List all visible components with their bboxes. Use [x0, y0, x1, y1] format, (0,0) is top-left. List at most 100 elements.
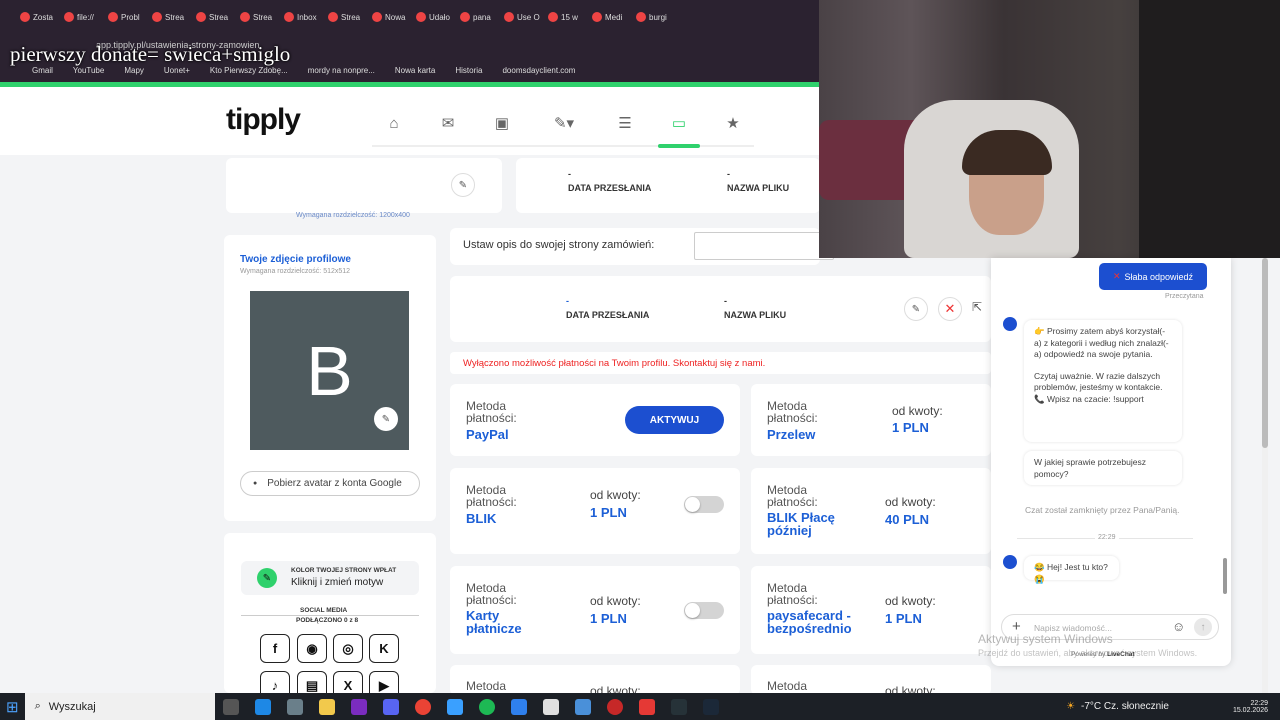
min-amount-label: od kwoty:: [892, 404, 943, 418]
description-label: Ustaw opis do swojej strony zamówień:: [463, 239, 655, 251]
method-name: Przelew: [767, 427, 816, 442]
app-icon-5[interactable]: [542, 698, 559, 715]
chat-scrollbar[interactable]: [1223, 558, 1227, 594]
bad-answer-button[interactable]: ✕ Słaba odpowiedź: [1099, 263, 1207, 290]
payment-card-paysafecard: Metoda płatności: paysafecard - bezpośre…: [751, 566, 991, 654]
open-external-icon[interactable]: ⇱: [972, 300, 982, 314]
browser-tab[interactable]: Medi: [592, 5, 636, 29]
inbox-icon[interactable]: ✉: [437, 112, 459, 134]
method-title: Metoda płatności:: [767, 581, 818, 607]
facebook-icon[interactable]: f: [260, 634, 290, 663]
file-dash: -: [727, 169, 730, 179]
clock[interactable]: 22:29 15.02.2026: [1233, 700, 1268, 714]
file-explorer-icon[interactable]: [318, 698, 335, 715]
method-name: PayPal: [466, 427, 509, 442]
steam-icon[interactable]: [702, 698, 719, 715]
instagram-icon[interactable]: ◎: [333, 634, 363, 663]
bot-avatar: [1003, 317, 1017, 331]
browser-tab[interactable]: Strea: [240, 5, 284, 29]
file-label: NAZWA PLIKU: [724, 310, 787, 320]
google-button-label: Pobierz avatar z konta Google: [267, 478, 402, 489]
banner-resolution-hint: Wymagana rozdzielczość: 1200x400: [296, 212, 410, 219]
browser-tab[interactable]: pana: [460, 5, 504, 29]
method-name: paysafecard - bezpośrednio: [767, 608, 852, 636]
browser-tab[interactable]: Strea: [152, 5, 196, 29]
wallet-icon[interactable]: ▣: [491, 112, 513, 134]
delete-icon[interactable]: ✕: [938, 297, 962, 321]
windows-start-icon[interactable]: ⊞: [6, 698, 19, 716]
avatar-letter: B: [306, 331, 353, 410]
bookmark-item[interactable]: mordy na nonpre...: [308, 66, 375, 75]
bookmark-item[interactable]: Nowa karta: [395, 66, 435, 75]
browser-tab[interactable]: 15 w: [548, 5, 592, 29]
bot-message-text-2: Czytaj uważnie. W razie dalszych problem…: [1034, 370, 1163, 404]
tab-title: Strea: [253, 12, 273, 22]
bookmark-item[interactable]: Historia: [455, 66, 482, 75]
opera-icon[interactable]: [606, 698, 623, 715]
tab-favicon: [64, 12, 74, 22]
clock-date: 15.02.2026: [1232, 706, 1268, 714]
payment-card-blik: Metoda płatności: BLIK od kwoty: 1 PLN: [450, 468, 740, 554]
home-icon[interactable]: ⌂: [383, 112, 405, 134]
discord-icon[interactable]: ◉: [297, 634, 327, 663]
discord-taskbar-icon[interactable]: [382, 698, 399, 715]
browser-tab[interactable]: Udało: [416, 5, 460, 29]
theme-button[interactable]: ✎ KOLOR TWOJEJ STRONY WPŁAT Kliknij i zm…: [241, 561, 419, 595]
browser-tab[interactable]: Zosta: [20, 5, 64, 29]
social-count: PODŁĄCZONO 0 z 8: [296, 617, 359, 624]
browser-tab[interactable]: Use O: [504, 5, 548, 29]
tab-title: Zosta: [33, 12, 54, 22]
taskbar-search[interactable]: ⌕ Wyszukaj: [24, 693, 215, 720]
app-icon-3[interactable]: [446, 698, 463, 715]
edge-icon[interactable]: [254, 698, 271, 715]
cards-toggle[interactable]: [684, 602, 724, 619]
browser-tab[interactable]: Strea: [196, 5, 240, 29]
min-amount-value: 1 PLN: [885, 611, 922, 626]
browser-tab[interactable]: Strea: [328, 5, 372, 29]
layers-icon[interactable]: ☰: [614, 112, 636, 134]
emoji-icon[interactable]: ☺: [1172, 619, 1185, 634]
page-scrollbar-thumb[interactable]: [1262, 258, 1268, 448]
tab-favicon: [240, 12, 250, 22]
edit-icon[interactable]: ✎: [904, 297, 928, 321]
search-icon: ⌕: [34, 700, 41, 712]
star-icon[interactable]: ★: [722, 112, 744, 134]
browser-tab[interactable]: Nowa: [372, 5, 416, 29]
description-input[interactable]: [694, 232, 834, 260]
date-dash: -: [568, 169, 571, 179]
app-icon-4[interactable]: [510, 698, 527, 715]
edit-icon[interactable]: ✎: [451, 173, 475, 197]
browser-tab[interactable]: Inbox: [284, 5, 328, 29]
blik-toggle[interactable]: [684, 496, 724, 513]
app-icon-7[interactable]: [638, 698, 655, 715]
chrome-icon[interactable]: [414, 698, 431, 715]
app-icon-2[interactable]: [350, 698, 367, 715]
activate-button[interactable]: AKTYWUJ: [625, 406, 724, 434]
nav-active-indicator: [658, 144, 700, 148]
send-icon[interactable]: ↑: [1194, 618, 1212, 636]
browser-tab[interactable]: file://: [64, 5, 108, 29]
spotify-icon[interactable]: [478, 698, 495, 715]
bad-answer-label: Słaba odpowiedź: [1124, 271, 1194, 282]
bookmark-item[interactable]: doomsdayclient.com: [502, 66, 575, 75]
google-avatar-button[interactable]: ● Pobierz avatar z konta Google: [240, 471, 420, 496]
bot-question: W jakiej sprawie potrzebujesz pomocy?: [1024, 451, 1182, 485]
task-view-icon[interactable]: [222, 698, 239, 715]
browser-tab[interactable]: Probl: [108, 5, 152, 29]
obs-icon[interactable]: [670, 698, 687, 715]
avatar-edit-icon[interactable]: ✎: [374, 407, 398, 431]
social-heading: SOCIAL MEDIA: [294, 607, 354, 614]
weather-text[interactable]: -7°C Cz. słonecznie: [1081, 701, 1169, 712]
payment-card-next: Metoda od kwoty:: [450, 665, 740, 698]
app-icon-6[interactable]: [574, 698, 591, 715]
stream-overlay-text: pierwszy donate= swieca+smiglo: [10, 42, 291, 66]
app-icon[interactable]: [286, 698, 303, 715]
edit-dropdown-icon[interactable]: ✎▾: [546, 112, 582, 134]
tab-title: Udało: [429, 12, 450, 22]
browser-tab[interactable]: burgi: [636, 5, 680, 29]
kick-icon[interactable]: K: [369, 634, 399, 663]
x-icon: ✕: [1112, 271, 1121, 281]
tipply-logo[interactable]: tipply: [226, 103, 301, 137]
browser-window-icon[interactable]: ▭: [668, 112, 690, 134]
read-status: Przeczytana: [1165, 293, 1204, 300]
